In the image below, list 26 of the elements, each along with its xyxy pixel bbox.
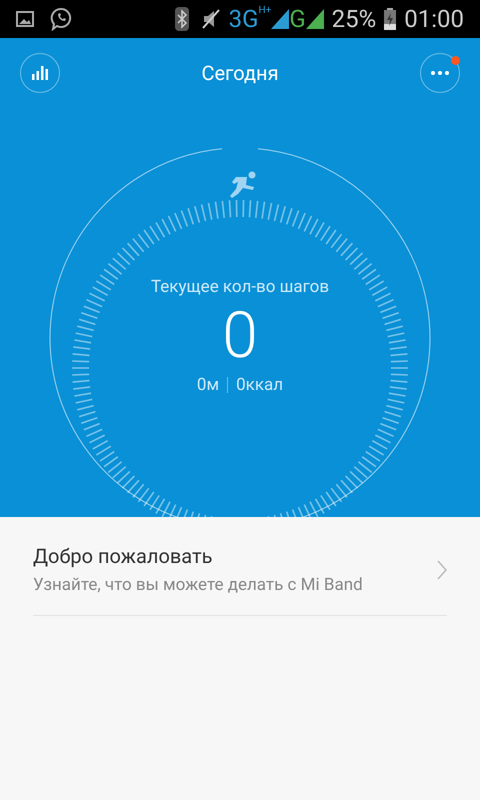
welcome-card[interactable]: Добро пожаловать Узнайте, что вы можете делать с Mi Band [33,517,447,616]
bar-chart-icon [32,66,48,80]
image-icon [16,11,34,27]
network-type: G [289,4,306,35]
bluetooth-icon [174,7,189,31]
phone-icon [50,7,72,31]
chevron-right-icon [437,560,447,580]
signal-icon [271,9,290,29]
more-button[interactable] [420,53,460,93]
network-speed: H+ [258,4,272,18]
card-subtitle: Узнайте, что вы можете делать с Mi Band [33,574,364,597]
more-icon [430,71,449,75]
network-type: 3G [228,4,258,35]
runner-icon [230,172,256,198]
distance-value: 0м [196,374,220,396]
clock-time: 01:00 [404,4,464,35]
step-count: 0 [222,300,258,370]
screen-title: Сегодня [201,60,279,87]
battery-percent: 25% [332,4,376,35]
signal-icon [306,9,324,29]
calories-value: 0ккал [236,374,284,396]
stats-button[interactable] [20,53,60,93]
steps-label: Текущее кол-во шагов [150,276,330,299]
battery-icon [384,8,396,30]
card-title: Добро пожаловать [33,543,214,570]
muted-speaker-icon [200,8,221,30]
